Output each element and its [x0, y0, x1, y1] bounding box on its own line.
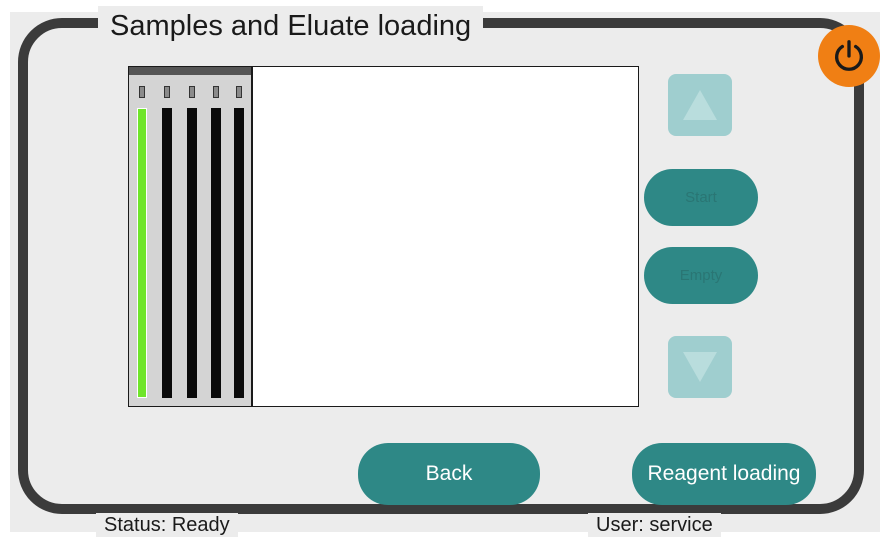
tube-2[interactable]	[162, 86, 172, 398]
triangle-down-icon	[683, 352, 717, 382]
tube-level-empty	[187, 108, 197, 398]
scroll-down-button[interactable]	[668, 336, 732, 398]
power-icon	[835, 40, 863, 71]
tube-3[interactable]	[187, 86, 197, 398]
power-button[interactable]	[818, 25, 880, 87]
status-container: Status: Ready	[96, 513, 238, 537]
start-button[interactable]: Start	[644, 169, 758, 226]
tube-cap	[164, 86, 170, 98]
scroll-up-button[interactable]	[668, 74, 732, 136]
sample-list[interactable]	[253, 67, 638, 406]
tube-rack-header	[129, 67, 251, 75]
tube-level-filled	[137, 108, 147, 398]
tube-cap	[236, 86, 242, 98]
tube-1[interactable]	[137, 86, 147, 398]
tube-cap	[139, 86, 145, 98]
title-container: Samples and Eluate loading	[98, 6, 484, 46]
back-button[interactable]: Back	[358, 443, 540, 505]
reagent-loading-button[interactable]: Reagent loading	[632, 443, 816, 505]
tube-level-empty	[234, 108, 244, 398]
tube-cap	[213, 86, 219, 98]
tube-cap	[189, 86, 195, 98]
tube-4[interactable]	[211, 86, 221, 398]
user-container: User: service	[588, 513, 721, 537]
start-button-label: Start	[685, 189, 717, 206]
page-title: Samples and Eluate loading	[110, 10, 472, 42]
tube-level-empty	[211, 108, 221, 398]
status-text: Status: Ready	[104, 514, 230, 536]
reagent-loading-button-label: Reagent loading	[647, 462, 801, 485]
tube-rack	[129, 67, 253, 406]
empty-button[interactable]: Empty	[644, 247, 758, 304]
tube-level-empty	[162, 108, 172, 398]
tube-5[interactable]	[234, 86, 244, 398]
user-text: User: service	[596, 514, 713, 536]
triangle-up-icon	[683, 90, 717, 120]
sample-panel	[128, 66, 639, 407]
empty-button-label: Empty	[679, 267, 723, 284]
back-button-label: Back	[425, 462, 473, 485]
